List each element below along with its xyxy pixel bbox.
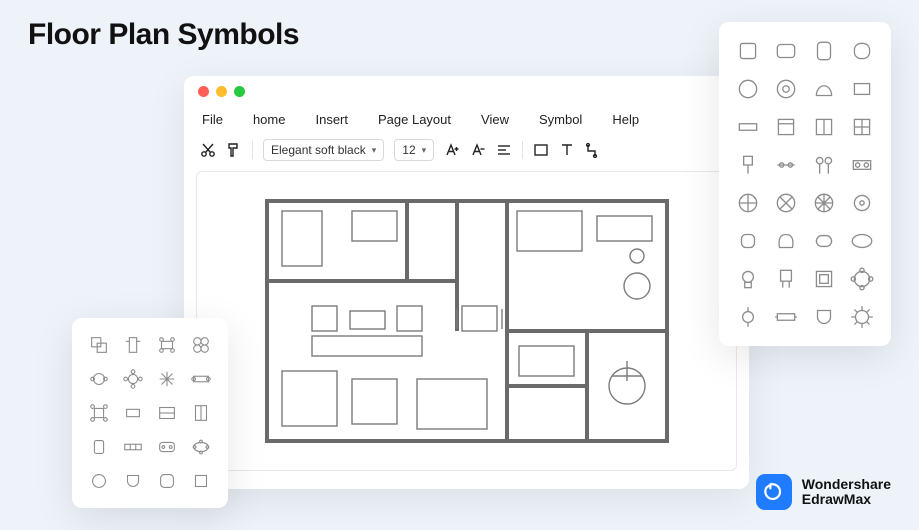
symbol-icon[interactable] <box>88 402 110 424</box>
symbol-icon[interactable] <box>88 470 110 492</box>
brand-line2: EdrawMax <box>802 492 891 507</box>
symbol-icon[interactable] <box>122 402 144 424</box>
symbol-icon[interactable] <box>811 114 837 140</box>
symbol-icon[interactable] <box>88 368 110 390</box>
symbol-icon[interactable] <box>122 368 144 390</box>
symbol-icon[interactable] <box>122 334 144 356</box>
symbol-icon[interactable] <box>190 436 212 458</box>
menu-home[interactable]: home <box>253 112 286 127</box>
font-select-value: Elegant soft black <box>271 143 366 157</box>
symbol-icon[interactable] <box>773 152 799 178</box>
rectangle-tool-icon[interactable] <box>533 142 549 158</box>
symbol-icon[interactable] <box>190 402 212 424</box>
symbol-icon[interactable] <box>122 436 144 458</box>
font-size-select[interactable]: 12 ▾ <box>394 139 434 161</box>
symbol-icon[interactable] <box>156 334 178 356</box>
chevron-down-icon: ▾ <box>372 145 377 156</box>
increase-font-icon[interactable] <box>444 142 460 158</box>
separator <box>522 141 523 159</box>
symbol-icon[interactable] <box>811 228 837 254</box>
menu-insert[interactable]: Insert <box>315 112 348 127</box>
symbol-icon[interactable] <box>735 38 761 64</box>
brand-text: Wondershare EdrawMax <box>802 477 891 506</box>
window-zoom-icon[interactable] <box>234 86 245 97</box>
align-icon[interactable] <box>496 142 512 158</box>
symbol-icon[interactable] <box>849 228 875 254</box>
symbol-icon[interactable] <box>849 266 875 292</box>
symbol-icon[interactable] <box>156 402 178 424</box>
window-minimize-icon[interactable] <box>216 86 227 97</box>
symbol-icon[interactable] <box>849 152 875 178</box>
cut-icon[interactable] <box>200 142 216 158</box>
menu-file[interactable]: File <box>202 112 223 127</box>
symbol-icon[interactable] <box>849 114 875 140</box>
symbol-icon[interactable] <box>773 76 799 102</box>
titlebar <box>184 76 749 98</box>
symbol-icon[interactable] <box>735 228 761 254</box>
canvas[interactable] <box>196 171 737 471</box>
window-close-icon[interactable] <box>198 86 209 97</box>
symbol-icon[interactable] <box>773 228 799 254</box>
font-size-value: 12 <box>402 143 415 157</box>
symbol-icon[interactable] <box>190 470 212 492</box>
page-title: Floor Plan Symbols <box>28 18 299 52</box>
symbol-icon[interactable] <box>156 368 178 390</box>
menu-symbol[interactable]: Symbol <box>539 112 582 127</box>
connector-tool-icon[interactable] <box>585 142 601 158</box>
symbol-icon[interactable] <box>735 266 761 292</box>
chevron-down-icon: ▾ <box>422 145 427 156</box>
brand-logo-icon <box>756 474 792 510</box>
menu-help[interactable]: Help <box>612 112 639 127</box>
symbol-icon[interactable] <box>811 76 837 102</box>
symbol-icon[interactable] <box>773 266 799 292</box>
symbol-icon[interactable] <box>773 190 799 216</box>
symbol-icon[interactable] <box>156 436 178 458</box>
symbol-icon[interactable] <box>88 436 110 458</box>
toolbar: Elegant soft black ▾ 12 ▾ <box>184 135 749 171</box>
symbol-icon[interactable] <box>849 76 875 102</box>
symbol-palette-right <box>719 22 891 346</box>
symbol-icon[interactable] <box>735 152 761 178</box>
decrease-font-icon[interactable] <box>470 142 486 158</box>
symbol-icon[interactable] <box>735 114 761 140</box>
editor-window: File home Insert Page Layout View Symbol… <box>184 76 749 489</box>
symbol-palette-left <box>72 318 228 508</box>
symbol-icon[interactable] <box>811 190 837 216</box>
font-select[interactable]: Elegant soft black ▾ <box>263 139 384 161</box>
symbol-icon[interactable] <box>773 38 799 64</box>
symbol-icon[interactable] <box>773 114 799 140</box>
symbol-icon[interactable] <box>122 470 144 492</box>
symbol-icon[interactable] <box>811 304 837 330</box>
floor-plan-drawing <box>257 191 677 451</box>
menu-view[interactable]: View <box>481 112 509 127</box>
symbol-icon[interactable] <box>735 190 761 216</box>
symbol-icon[interactable] <box>735 76 761 102</box>
symbol-icon[interactable] <box>811 152 837 178</box>
symbol-icon[interactable] <box>190 334 212 356</box>
menubar: File home Insert Page Layout View Symbol… <box>184 98 749 135</box>
menu-page-layout[interactable]: Page Layout <box>378 112 451 127</box>
symbol-icon[interactable] <box>88 334 110 356</box>
symbol-icon[interactable] <box>735 304 761 330</box>
symbol-icon[interactable] <box>156 470 178 492</box>
format-painter-icon[interactable] <box>226 142 242 158</box>
brand-lockup: Wondershare EdrawMax <box>756 474 891 510</box>
separator <box>252 141 253 159</box>
symbol-icon[interactable] <box>849 38 875 64</box>
symbol-icon[interactable] <box>811 266 837 292</box>
symbol-icon[interactable] <box>849 304 875 330</box>
brand-line1: Wondershare <box>802 477 891 492</box>
symbol-icon[interactable] <box>811 38 837 64</box>
symbol-icon[interactable] <box>773 304 799 330</box>
symbol-icon[interactable] <box>849 190 875 216</box>
text-tool-icon[interactable] <box>559 142 575 158</box>
symbol-icon[interactable] <box>190 368 212 390</box>
